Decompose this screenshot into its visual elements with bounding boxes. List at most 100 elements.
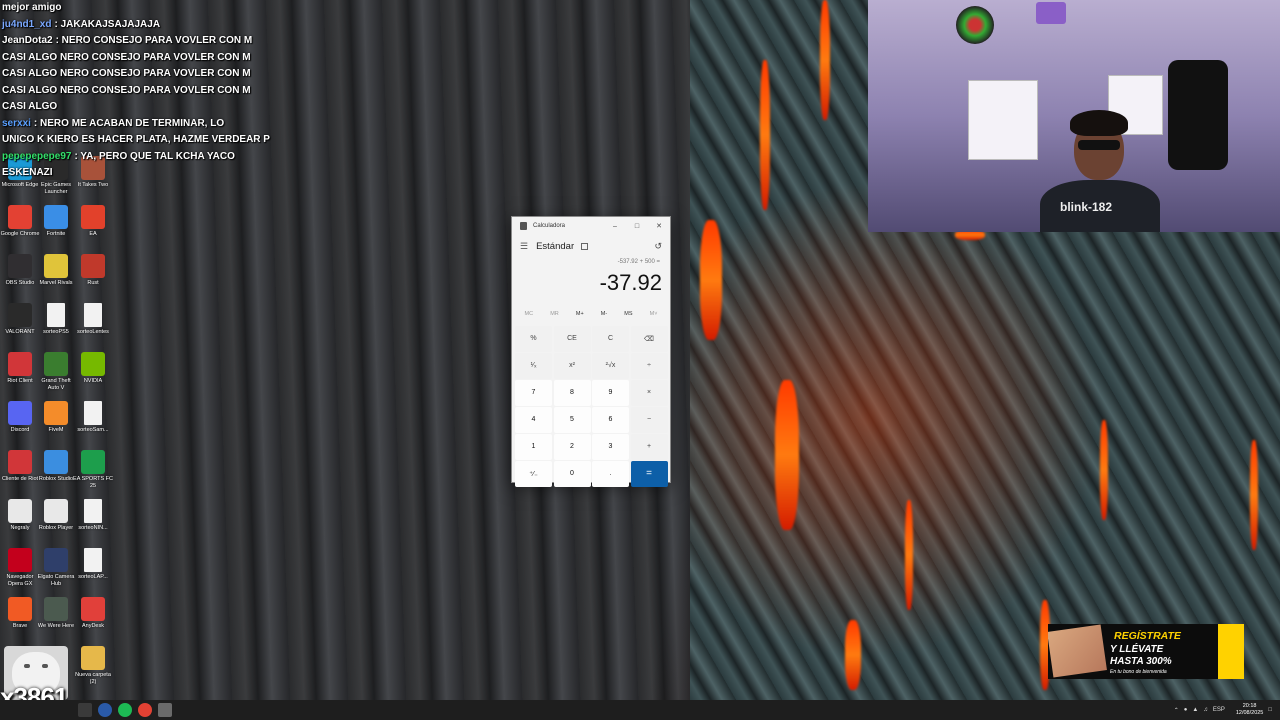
cat-eye (42, 664, 48, 668)
desktop-icon[interactable]: EA (73, 205, 113, 238)
spotify-icon[interactable] (118, 703, 132, 717)
desktop-icon-label: Roblox Studio (38, 476, 74, 482)
chat-message: pepepepepe97: YA, PERO QUE TAL KCHA YACO (2, 149, 282, 166)
ad-banner[interactable]: REGÍSTRATE Y LLÉVATE HASTA 300% En tu bo… (1048, 624, 1244, 679)
calculator-key[interactable]: 2 (553, 434, 591, 460)
desktop-icon[interactable]: VALORANT (0, 303, 40, 336)
calculator-key[interactable]: C (592, 326, 629, 352)
desktop-icon-label: Negraly (10, 525, 30, 531)
chat-message: JeanDota2: NERO CONSEJO PARA VOVLER CON … (2, 33, 282, 50)
desktop-icon[interactable]: Brave (0, 597, 40, 630)
calculator-key[interactable]: . (592, 461, 629, 487)
chat-message: CASI ALGO (2, 99, 282, 116)
calculator-key[interactable]: 5 (553, 407, 591, 433)
desktop-icon[interactable]: sorteoNIN... (73, 499, 113, 532)
edge-taskbar-icon[interactable] (98, 703, 112, 717)
calculator-key[interactable]: − (630, 407, 668, 433)
memory-button[interactable]: MC (525, 311, 534, 317)
network-icon[interactable]: ▲ (1192, 707, 1198, 713)
desktop-icon[interactable]: sorteoLentes (73, 303, 113, 336)
shirt-logo: blink-182 (1060, 200, 1113, 214)
window-title: Calculadora (533, 223, 566, 229)
memory-button[interactable]: MR (550, 311, 559, 317)
shirt: blink-182 (1040, 180, 1160, 232)
desktop-icon-label: Elgato Camera Hub (37, 574, 75, 587)
desktop-icon[interactable]: Marvel Rivals (36, 254, 76, 287)
desktop-icon[interactable]: We Were Here (36, 597, 76, 630)
desktop-icon[interactable]: EA SPORTS FC 25 (73, 450, 113, 489)
history-icon[interactable]: ↺ (654, 241, 662, 252)
desktop-icon[interactable]: FiveM (36, 401, 76, 434)
chat-message: mejor amigo (2, 0, 282, 17)
desktop-icon[interactable]: Negraly (0, 499, 40, 532)
desktop-icon[interactable]: Riot Client (0, 352, 40, 385)
language-indicator[interactable]: ESP (1213, 707, 1225, 713)
desktop-icon[interactable]: AnyDesk (73, 597, 113, 630)
hamburger-menu-icon[interactable]: ☰ (520, 241, 528, 252)
chrome-taskbar-icon[interactable] (138, 703, 152, 717)
title-bar[interactable]: Calculadora – □ ✕ (512, 217, 670, 235)
calculator-key[interactable]: x² (553, 353, 591, 379)
volume-icon[interactable]: ♫ (1203, 707, 1208, 713)
desktop-icon[interactable]: OBS Studio (0, 254, 40, 287)
chat-username: JeanDota2 (2, 35, 53, 46)
notification-icon[interactable]: □ (1268, 707, 1272, 713)
lava-vein (775, 380, 799, 530)
memory-button[interactable]: MS (624, 311, 632, 317)
calculator-key[interactable]: ⁺⁄₋ (515, 461, 552, 487)
calculator-key[interactable]: 8 (553, 380, 591, 406)
equals-button[interactable]: = (630, 461, 668, 487)
memory-button[interactable]: M+ (576, 311, 584, 317)
calculator-key[interactable]: ²√x (592, 353, 629, 379)
calculator-key[interactable]: 1 (515, 434, 552, 460)
desktop-icon[interactable]: Elgato Camera Hub (36, 548, 76, 587)
desktop-icon[interactable]: Cliente de Riot (0, 450, 40, 483)
keep-on-top-icon[interactable] (581, 242, 589, 250)
chat-text: : NERO ME ACABAN DE TERMINAR, LO (33, 117, 225, 129)
calculator-key[interactable]: 6 (592, 407, 629, 433)
memory-button[interactable]: M˅ (650, 311, 658, 317)
desktop-icon[interactable]: NVIDIA (73, 352, 113, 385)
chevron-up-icon[interactable]: ⌃ (1174, 707, 1179, 714)
desktop-icon[interactable]: Grand Theft Auto V (36, 352, 76, 391)
desktop-icon[interactable]: Fortnite (36, 205, 76, 238)
desktop-icon[interactable]: Google Chrome (0, 205, 40, 238)
search-icon[interactable] (78, 703, 92, 717)
desktop-icon[interactable]: Roblox Studio (36, 450, 76, 483)
memory-row: MC MR M+ M- MS M˅ (512, 305, 670, 323)
desktop-icon[interactable]: Nueva carpeta (2) (73, 646, 113, 685)
desktop-icon[interactable]: Roblox Player (36, 499, 76, 532)
calculator-key[interactable]: 9 (592, 380, 629, 406)
lava-vein (845, 620, 861, 690)
desktop-icon[interactable]: Rust (73, 254, 113, 287)
calculator-window[interactable]: Calculadora – □ ✕ ☰ Estándar ↺ -537.92 +… (511, 216, 671, 487)
calculator-key[interactable]: ÷ (630, 353, 668, 379)
calculator-key[interactable]: % (515, 326, 552, 352)
memory-button[interactable]: M- (601, 311, 607, 317)
desktop-icon[interactable]: sorteoPS5 (36, 303, 76, 336)
close-button[interactable]: ✕ (648, 222, 670, 230)
ad-line-2: Y LLÉVATE (1110, 644, 1164, 655)
calculator-key[interactable]: 7 (515, 380, 552, 406)
maximize-button[interactable]: □ (626, 223, 648, 230)
mic-icon[interactable]: ● (1184, 707, 1188, 713)
calculator-key[interactable]: 3 (592, 434, 629, 460)
calculator-key[interactable]: CE (553, 326, 591, 352)
desktop-icon[interactable]: Discord (0, 401, 40, 434)
calculator-key[interactable]: 0 (553, 461, 591, 487)
chat-message: ju4nd1_xd: JAKAKAJSAJAJAJA (2, 17, 282, 34)
desktop-icon[interactable]: sorteoSam... (73, 401, 113, 434)
calculator-key[interactable]: ¹⁄ₓ (515, 353, 552, 379)
desktop-icon[interactable]: Navegador Opera GX (0, 548, 40, 587)
document-icon (84, 548, 102, 572)
minimize-button[interactable]: – (604, 223, 626, 230)
calculator-key[interactable]: ⌫ (630, 326, 668, 352)
calculator-key[interactable]: + (630, 434, 668, 460)
desktop-icon-label: Brave (12, 623, 28, 629)
clock[interactable]: 20:18 12/08/2025 (1236, 703, 1264, 717)
calculator-taskbar-icon[interactable] (158, 703, 172, 717)
calculator-key[interactable]: 4 (515, 407, 552, 433)
calculator-key[interactable]: × (630, 380, 668, 406)
desktop-icon[interactable]: sorteoLAP... (73, 548, 113, 581)
system-tray: ⌃ ● ▲ ♫ ESP 20:18 12/08/2025 □ (1174, 703, 1280, 717)
